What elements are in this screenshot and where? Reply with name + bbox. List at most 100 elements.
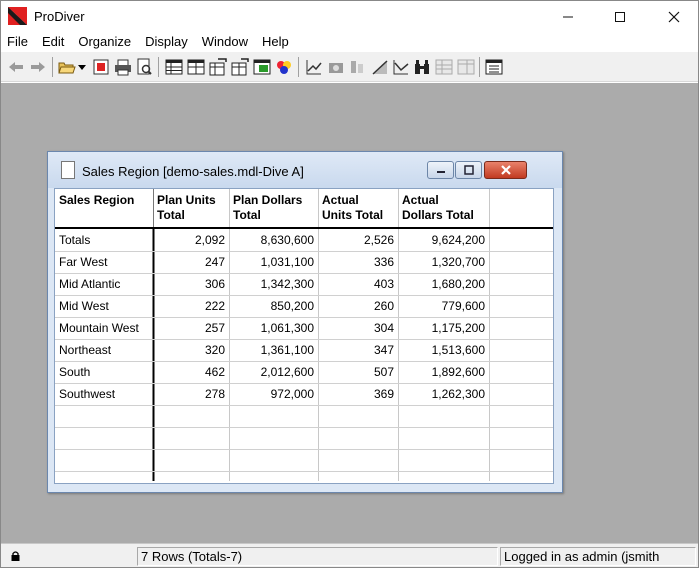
chart-colors-icon[interactable] — [275, 58, 293, 76]
table-cell[interactable]: 1,031,100 — [233, 251, 314, 273]
open-folder-icon[interactable] — [58, 58, 76, 76]
print-icon[interactable] — [114, 58, 132, 76]
toolbar-separator — [52, 57, 53, 77]
dropdown-arrow-icon[interactable] — [77, 58, 87, 76]
close-icon — [500, 165, 511, 175]
column-header-line1: Actual — [322, 193, 359, 207]
table-cell[interactable]: 247 — [157, 251, 225, 273]
row-label[interactable]: Far West — [59, 251, 149, 273]
sales-region-window: Sales Region [demo-sales.mdl-Dive A] Sal… — [47, 151, 563, 493]
maximize-icon — [615, 11, 625, 22]
column-header[interactable]: Actual Units Total — [322, 193, 394, 223]
column-header-line1: Sales Region — [59, 193, 135, 207]
data-grid[interactable]: Sales Region Plan Units Total Plan Dollars T… — [54, 188, 554, 484]
title-bar[interactable]: ProDiver — [1, 1, 698, 32]
row-label[interactable]: Northeast — [59, 339, 149, 361]
table-cell[interactable]: 304 — [322, 317, 394, 339]
table-cell[interactable]: 347 — [322, 339, 394, 361]
login-status-text: Logged in as admin (jsmith — [504, 549, 660, 564]
table-cell[interactable]: 1,175,200 — [402, 317, 485, 339]
table-cell[interactable]: 1,513,600 — [402, 339, 485, 361]
row-label[interactable]: Mid West — [59, 295, 149, 317]
row-label[interactable]: Mid Atlantic — [59, 273, 149, 295]
toolbar-separator — [479, 57, 480, 77]
row-label[interactable]: Totals — [59, 229, 149, 251]
table-cell[interactable]: 1,680,200 — [402, 273, 485, 295]
back-arrow-icon[interactable] — [7, 58, 25, 76]
grid-2-icon[interactable] — [457, 58, 475, 76]
column-header-line1: Plan Dollars — [233, 193, 303, 207]
column-header-line2: Units Total — [322, 208, 384, 222]
grid-icon[interactable] — [435, 58, 453, 76]
table-cell[interactable]: 336 — [322, 251, 394, 273]
pivot-table-2-icon[interactable] — [231, 58, 249, 76]
menu-edit[interactable]: Edit — [35, 32, 71, 52]
menu-display[interactable]: Display — [138, 32, 195, 52]
multi-table-icon[interactable] — [187, 58, 205, 76]
table-cell[interactable]: 1,061,300 — [233, 317, 314, 339]
table-cell[interactable]: 9,624,200 — [402, 229, 485, 251]
row-label[interactable]: Southwest — [59, 383, 149, 405]
columns-icon[interactable] — [349, 58, 367, 76]
child-title-bar[interactable]: Sales Region [demo-sales.mdl-Dive A] — [48, 152, 562, 188]
table-cell[interactable]: 1,342,300 — [233, 273, 314, 295]
menu-bar: File Edit Organize Display Window Help — [1, 32, 698, 52]
column-header[interactable]: Plan Units Total — [157, 193, 225, 223]
forward-arrow-icon[interactable] — [29, 58, 47, 76]
column-header[interactable]: Actual Dollars Total — [402, 193, 485, 223]
toolbar — [1, 52, 698, 82]
trend-chart-icon[interactable] — [392, 58, 410, 76]
menu-organize[interactable]: Organize — [71, 32, 138, 52]
row-label[interactable]: South — [59, 361, 149, 383]
row-count-text: 7 Rows (Totals-7) — [141, 549, 243, 564]
minimize-button[interactable] — [545, 1, 591, 32]
table-cell[interactable]: 507 — [322, 361, 394, 383]
column-header-line2: Dollars Total — [402, 208, 474, 222]
table-cell[interactable]: 2,012,600 — [233, 361, 314, 383]
child-close-button[interactable] — [484, 161, 527, 179]
table-cell[interactable]: 1,320,700 — [402, 251, 485, 273]
table-cell[interactable]: 257 — [157, 317, 225, 339]
table-cell[interactable]: 462 — [157, 361, 225, 383]
menu-window[interactable]: Window — [195, 32, 255, 52]
binoculars-icon[interactable] — [413, 58, 431, 76]
column-header-line2: Total — [157, 208, 185, 222]
pivot-table-icon[interactable] — [209, 58, 227, 76]
table-cell[interactable]: 320 — [157, 339, 225, 361]
table-cell[interactable]: 779,600 — [402, 295, 485, 317]
area-chart-icon[interactable] — [371, 58, 389, 76]
close-button[interactable] — [651, 1, 697, 32]
table-cell[interactable]: 1,892,600 — [402, 361, 485, 383]
table-cell[interactable]: 2,526 — [322, 229, 394, 251]
stop-icon[interactable] — [92, 58, 110, 76]
row-count-status: 7 Rows (Totals-7) — [137, 547, 498, 566]
column-header[interactable]: Sales Region — [59, 193, 149, 208]
table-cell[interactable]: 260 — [322, 295, 394, 317]
table-cell[interactable]: 850,200 — [233, 295, 314, 317]
child-restore-button[interactable] — [455, 161, 482, 179]
table-cell[interactable]: 278 — [157, 383, 225, 405]
table-cell[interactable]: 403 — [322, 273, 394, 295]
status-bar: 7 Rows (Totals-7) Logged in as admin (js… — [1, 543, 698, 567]
camera-icon[interactable] — [327, 58, 345, 76]
color-table-icon[interactable] — [253, 58, 271, 76]
child-minimize-button[interactable] — [427, 161, 454, 179]
table-cell[interactable]: 972,000 — [233, 383, 314, 405]
details-icon[interactable] — [485, 58, 503, 76]
print-preview-icon[interactable] — [135, 58, 153, 76]
maximize-button[interactable] — [597, 1, 643, 32]
table-cell[interactable]: 369 — [322, 383, 394, 405]
table-cell[interactable]: 306 — [157, 273, 225, 295]
table-cell[interactable]: 1,361,100 — [233, 339, 314, 361]
line-chart-icon[interactable] — [305, 58, 323, 76]
table-cell[interactable]: 222 — [157, 295, 225, 317]
row-label[interactable]: Mountain West — [59, 317, 149, 339]
menu-file[interactable]: File — [1, 32, 35, 52]
table-icon[interactable] — [165, 58, 183, 76]
column-header[interactable]: Plan Dollars Total — [233, 193, 314, 223]
table-cell[interactable]: 8,630,600 — [233, 229, 314, 251]
menu-help[interactable]: Help — [255, 32, 296, 52]
table-cell[interactable]: 2,092 — [157, 229, 225, 251]
toolbar-separator — [298, 57, 299, 77]
table-cell[interactable]: 1,262,300 — [402, 383, 485, 405]
